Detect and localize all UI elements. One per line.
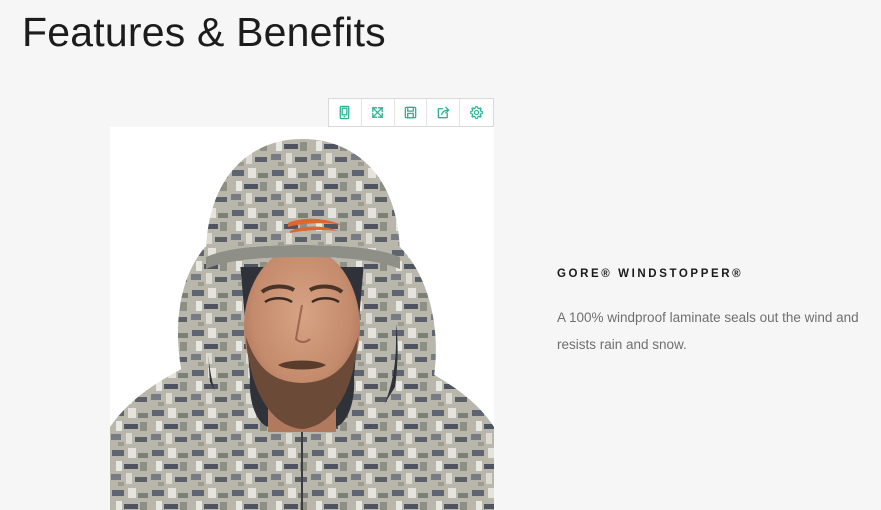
save-icon [404,106,417,119]
expand-button[interactable] [362,99,395,126]
feature-title: GORE® WINDSTOPPER® [557,268,744,280]
feature-description: A 100% windproof laminate seals out the … [557,310,859,352]
settings-gear-icon [470,106,484,119]
man-in-camo-hood-image [110,127,494,510]
product-photo [110,127,494,510]
save-button[interactable] [395,99,428,126]
tablet-icon [340,105,350,120]
share-button[interactable] [427,99,461,126]
share-icon [437,106,450,119]
section-title: Features & Benefits [22,9,386,55]
features-benefits-section: Features & Benefits GORE® WINDSTOPPER® A… [0,0,881,510]
tablet-view-button[interactable] [329,99,362,126]
settings-button[interactable] [460,99,493,126]
expand-icon [372,107,384,118]
image-toolbar [328,98,494,127]
